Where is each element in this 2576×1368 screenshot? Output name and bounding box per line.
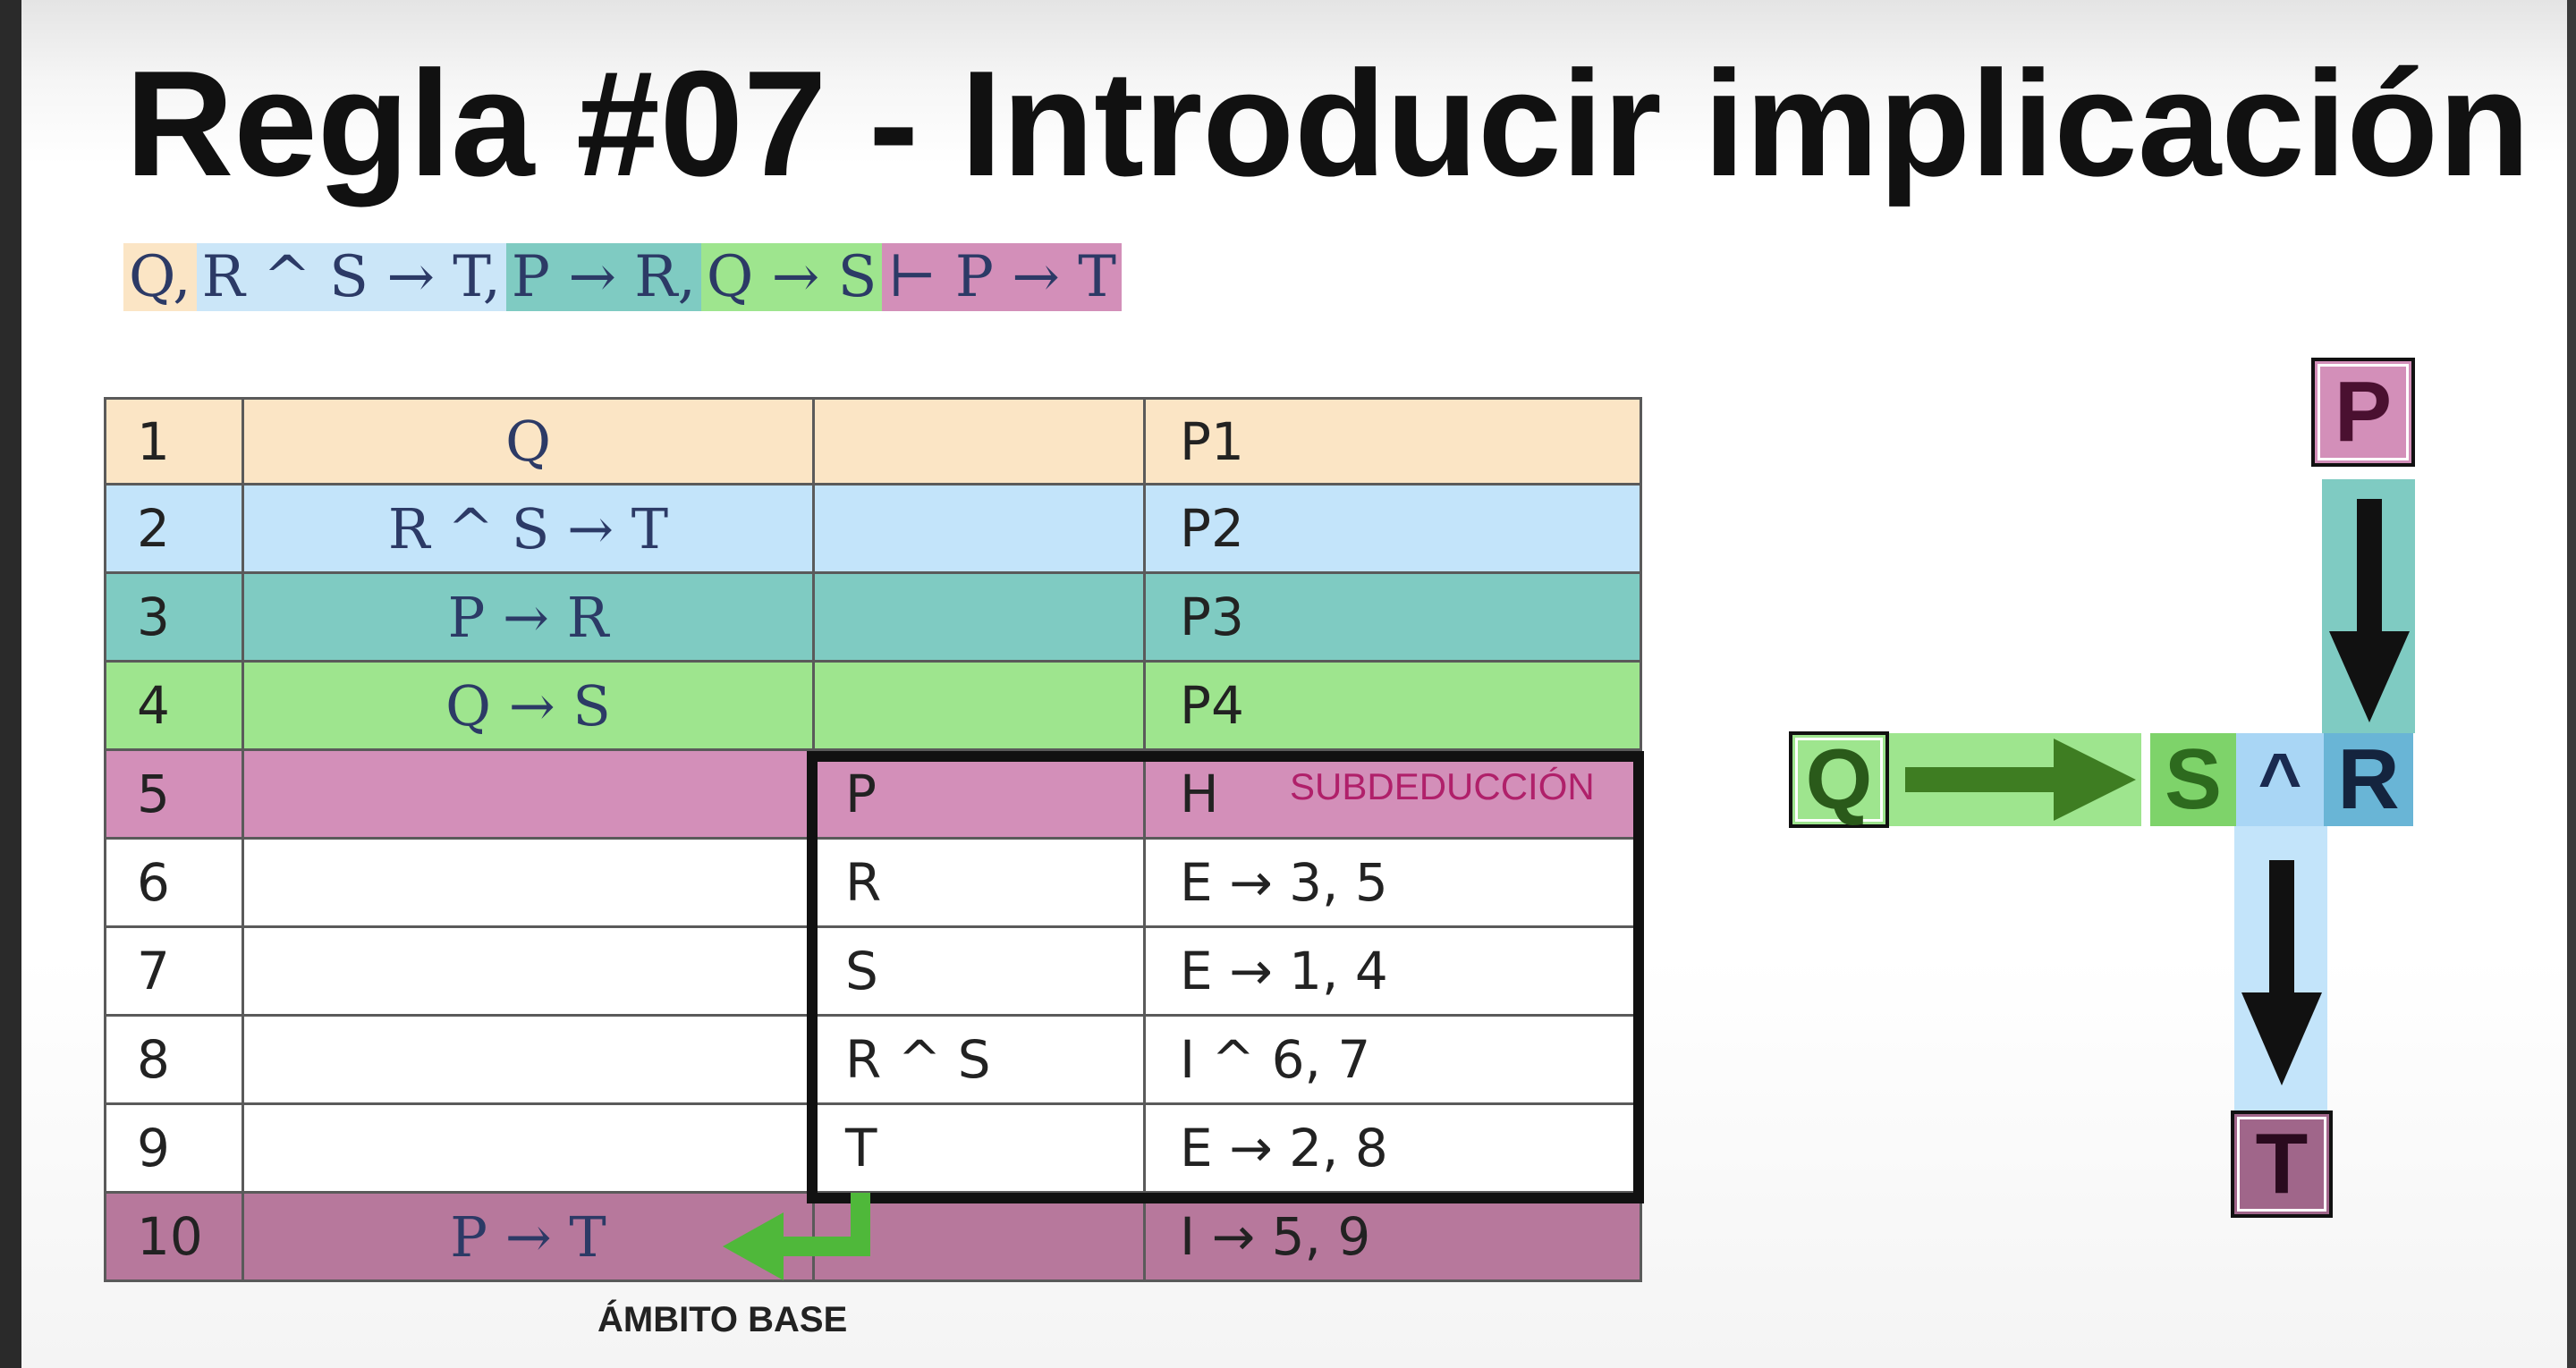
justification: I ^ 6, 7 — [1143, 1017, 1642, 1102]
formula-premise-1: Q, — [123, 243, 197, 311]
line-number: 5 — [104, 751, 242, 837]
justification: I → 5, 9 — [1143, 1194, 1642, 1279]
return-arrow-icon — [723, 1193, 870, 1280]
slide-title: Regla #07 - Introducir implicación — [125, 39, 2530, 207]
proof-row-6: 6 R E → 3, 5 — [104, 840, 1642, 928]
base-formula — [242, 1105, 812, 1191]
inference-diagram: Q S ^ R P T — [1780, 349, 2460, 1243]
line-number: 10 — [104, 1194, 242, 1279]
proof-row-9: 9 T E → 2, 8 — [104, 1105, 1642, 1194]
line-number: 3 — [104, 574, 242, 660]
line-number: 2 — [104, 486, 242, 571]
formula-premise-2: R ^ S → T, — [196, 243, 506, 311]
proof-row-7: 7 S E → 1, 4 — [104, 928, 1642, 1017]
justification: P2 — [1143, 486, 1642, 571]
video-frame-left — [0, 0, 21, 1368]
justification: E → 3, 5 — [1143, 840, 1642, 925]
sub-formula: S — [812, 928, 1143, 1014]
base-formula — [242, 1017, 812, 1102]
justification: P3 — [1143, 574, 1642, 660]
base-formula: Q — [242, 400, 812, 483]
formula-premise-3: P → R, — [505, 243, 701, 311]
base-formula: R ^ S → T — [242, 486, 812, 571]
arrow-right-icon — [1905, 739, 2136, 821]
sub-formula — [812, 663, 1143, 748]
justification: P1 — [1143, 400, 1642, 483]
proof-row-2: 2 R ^ S → T P2 — [104, 486, 1642, 574]
arrow-down-icon — [2241, 860, 2322, 1085]
proof-table: 1 Q P1 2 R ^ S → T P2 3 P → R P3 4 Q → S… — [104, 397, 1642, 1282]
line-number: 9 — [104, 1105, 242, 1191]
line-number: 7 — [104, 928, 242, 1014]
base-formula — [242, 840, 812, 925]
justification: E → 1, 4 — [1143, 928, 1642, 1014]
sub-formula — [812, 574, 1143, 660]
sub-formula — [812, 400, 1143, 483]
justification: P4 — [1143, 663, 1642, 748]
proof-row-3: 3 P → R P3 — [104, 574, 1642, 663]
line-number: 4 — [104, 663, 242, 748]
sub-formula: R — [812, 840, 1143, 925]
video-frame-right — [2567, 0, 2576, 1368]
sub-formula: P — [812, 751, 1143, 837]
justification: E → 2, 8 — [1143, 1105, 1642, 1191]
line-number: 1 — [104, 400, 242, 483]
formula-premise-4: Q → S — [700, 243, 883, 311]
line-number: 8 — [104, 1017, 242, 1102]
base-formula — [242, 928, 812, 1014]
arrow-down-icon — [2329, 499, 2410, 722]
line-number: 6 — [104, 840, 242, 925]
base-formula: P → R — [242, 574, 812, 660]
base-scope-label: ÁMBITO BASE — [597, 1300, 848, 1339]
subdeduction-label: SUBDEDUCCIÓN — [1290, 765, 1595, 807]
formula-conclusion: ⊢ P → T — [882, 243, 1122, 311]
base-formula: Q → S — [242, 663, 812, 748]
proof-row-4: 4 Q → S P4 — [104, 663, 1642, 751]
proof-row-1: 1 Q P1 — [104, 397, 1642, 486]
base-formula — [242, 751, 812, 837]
sequent-formula: Q, R ^ S → T, P → R, Q → S ⊢ P → T — [123, 243, 1122, 311]
proof-row-8: 8 R ^ S I ^ 6, 7 — [104, 1017, 1642, 1105]
sub-formula: T — [812, 1105, 1143, 1191]
diagram-arrows — [1905, 499, 2410, 1085]
sub-formula: R ^ S — [812, 1017, 1143, 1102]
sub-formula — [812, 486, 1143, 571]
